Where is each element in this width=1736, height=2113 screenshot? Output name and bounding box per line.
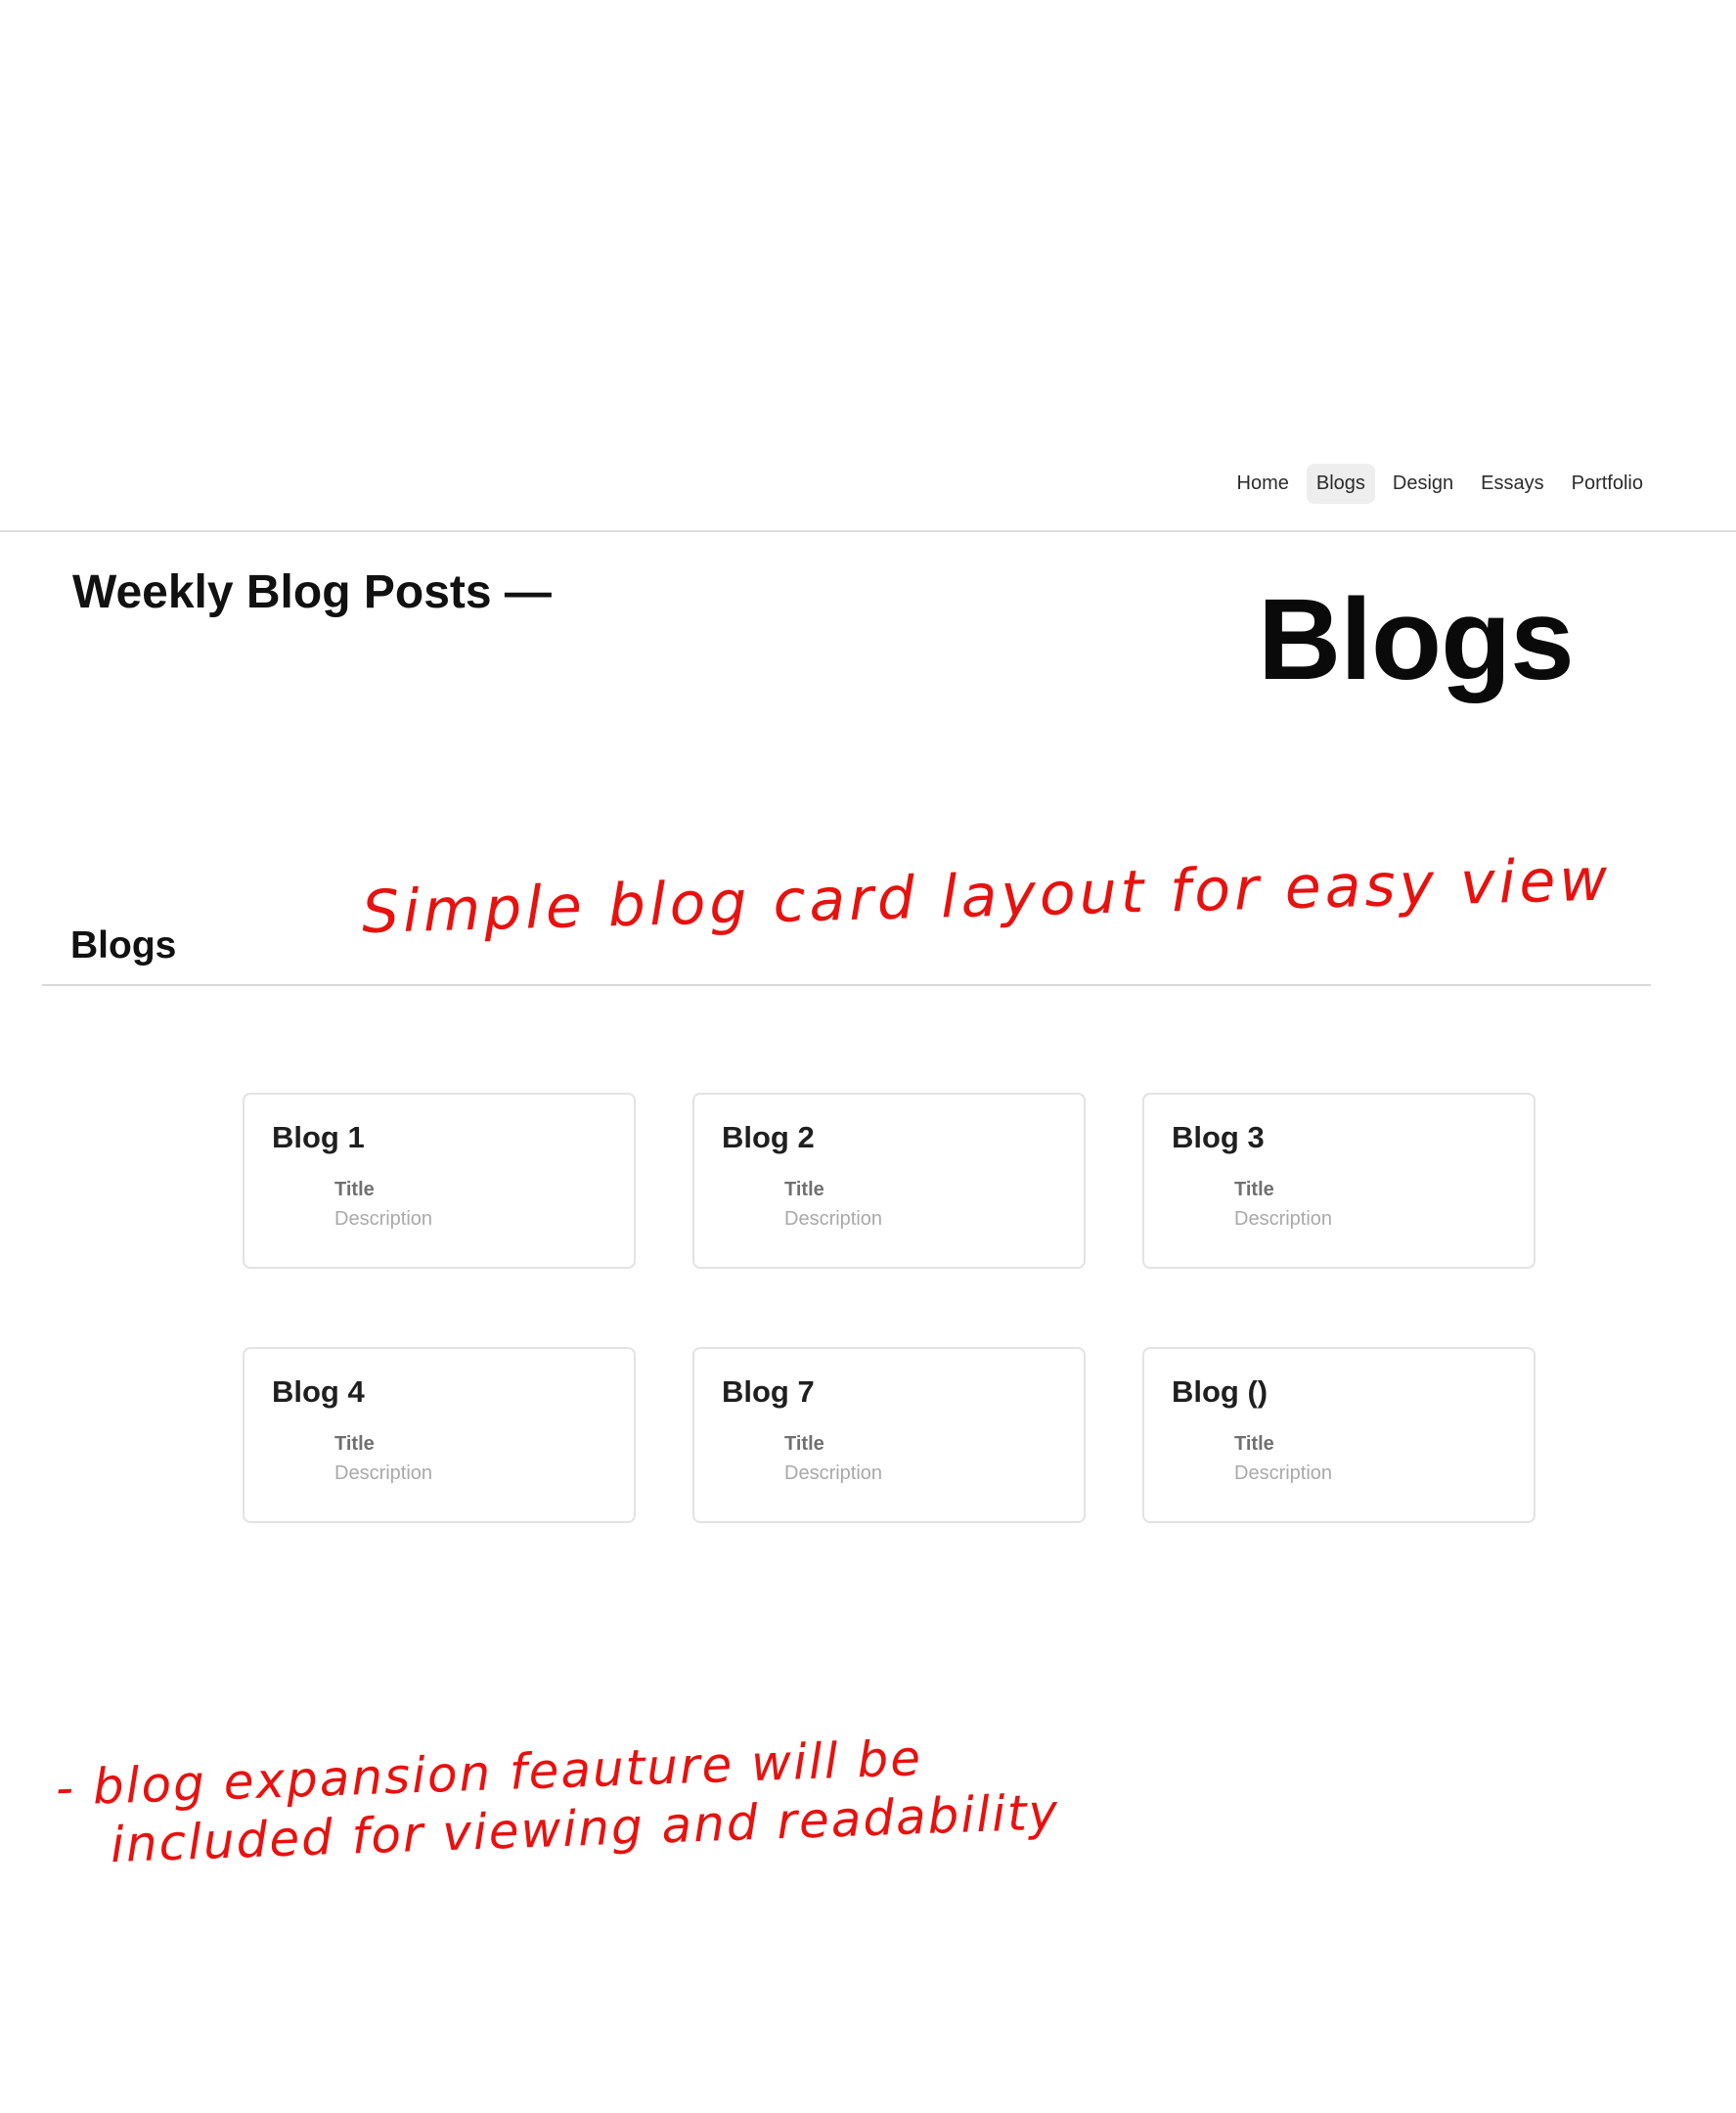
- blog-card-name: Blog 3: [1172, 1120, 1265, 1154]
- blog-card-grid: Blog 1 Title Description Blog 2 Title De…: [243, 1093, 1536, 1523]
- blog-card[interactable]: Blog 3 Title Description: [1142, 1093, 1536, 1269]
- section-divider: [42, 984, 1651, 986]
- top-nav: Home Blogs Design Essays Portfolio: [1227, 464, 1654, 504]
- blog-card[interactable]: Blog 1 Title Description: [243, 1093, 636, 1269]
- blog-card-description: Description: [334, 1462, 433, 1484]
- blog-card-name: Blog 2: [722, 1120, 815, 1154]
- nav-item-essays[interactable]: Essays: [1471, 464, 1553, 504]
- blog-card-name: Blog 4: [272, 1374, 365, 1409]
- nav-item-portfolio[interactable]: Portfolio: [1562, 464, 1653, 504]
- blog-card-body: Title Description: [1172, 1175, 1506, 1234]
- blog-card-body: Title Description: [272, 1175, 606, 1234]
- blog-card-name: Blog 7: [722, 1374, 815, 1409]
- blog-card-title: Title: [784, 1433, 824, 1455]
- blog-card-description: Description: [1234, 1462, 1333, 1484]
- handwritten-annotation-bottom: - blog expansion feauture will be includ…: [55, 1724, 1060, 1876]
- blog-card-name: Blog (): [1172, 1374, 1269, 1409]
- blog-card-title: Title: [334, 1179, 375, 1200]
- blog-card-body: Title Description: [722, 1429, 1056, 1488]
- header-divider: [0, 530, 1736, 532]
- blog-card-description: Description: [784, 1208, 883, 1230]
- blog-card-title: Title: [1234, 1179, 1274, 1200]
- hero-subtitle: Weekly Blog Posts —: [72, 566, 552, 618]
- nav-item-home[interactable]: Home: [1227, 464, 1299, 504]
- nav-item-blogs[interactable]: Blogs: [1306, 464, 1375, 504]
- blog-card-description: Description: [1234, 1208, 1333, 1230]
- blog-card[interactable]: Blog 2 Title Description: [692, 1093, 1086, 1269]
- blog-card-name: Blog 1: [272, 1120, 365, 1154]
- blog-card[interactable]: Blog () Title Description: [1142, 1347, 1536, 1523]
- blog-card-title: Title: [1234, 1433, 1274, 1455]
- page-title: Blogs: [1258, 575, 1575, 704]
- blog-card[interactable]: Blog 4 Title Description: [243, 1347, 636, 1523]
- blog-card-description: Description: [334, 1208, 433, 1230]
- section-heading: Blogs: [70, 924, 177, 967]
- blog-card-body: Title Description: [722, 1175, 1056, 1234]
- blog-card-title: Title: [784, 1179, 824, 1200]
- blog-card[interactable]: Blog 7 Title Description: [692, 1347, 1086, 1523]
- nav-item-design[interactable]: Design: [1383, 464, 1463, 504]
- blog-card-title: Title: [334, 1433, 375, 1455]
- blog-card-description: Description: [784, 1462, 883, 1484]
- blog-card-body: Title Description: [272, 1429, 606, 1488]
- handwritten-annotation-top: Simple blog card layout for easy view: [361, 845, 1613, 947]
- blog-card-body: Title Description: [1172, 1429, 1506, 1488]
